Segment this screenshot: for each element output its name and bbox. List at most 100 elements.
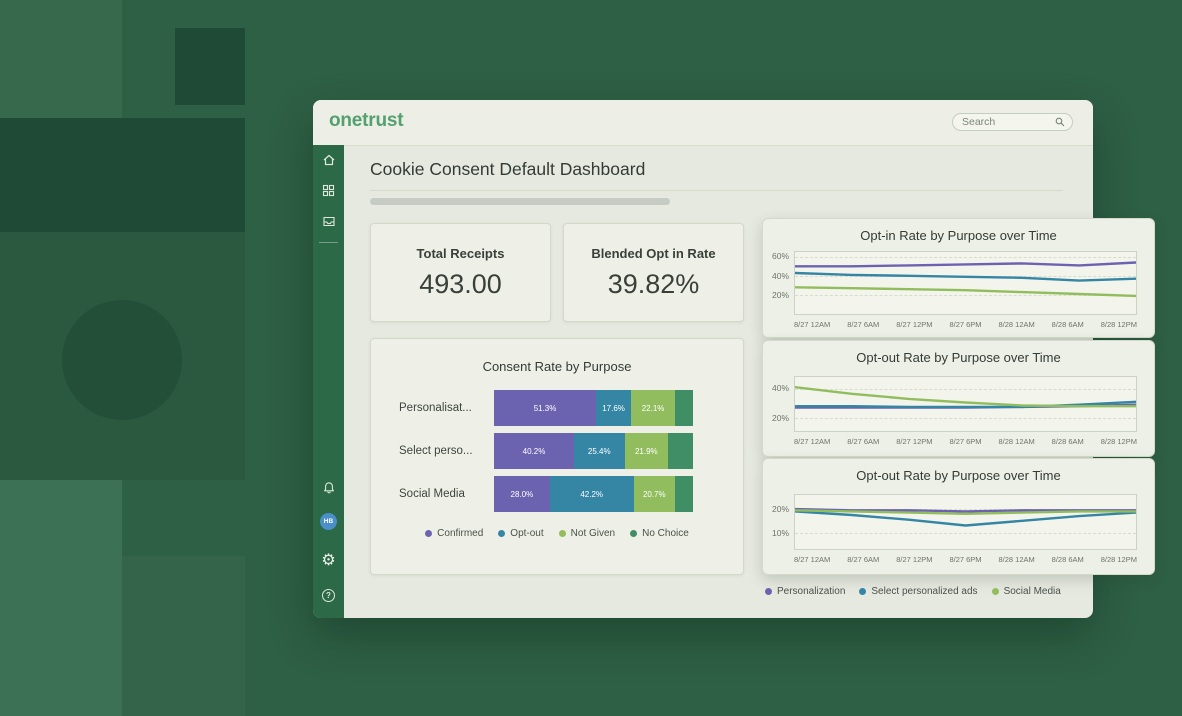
bell-icon [322,481,336,495]
stat-card-total-receipts: Total Receipts 493.00 [370,223,551,322]
x-tick-label: 8/27 6AM [847,320,879,329]
bar-segment-no-choice[interactable] [668,433,693,469]
bar-category-label: Personalisat... [399,402,494,414]
legend-dot [559,530,566,537]
app-header: onetrust [313,100,1093,146]
plot-area[interactable] [794,376,1137,432]
line-chart-svg [795,377,1136,431]
x-tick-label: 8/27 6AM [847,555,879,564]
sidebar-item-help[interactable]: ? [313,589,344,602]
x-tick-label: 8/28 6AM [1052,320,1084,329]
consent-rate-by-purpose-card: Consent Rate by Purpose Personalisat...5… [370,338,744,575]
bar-segment-opt-out[interactable]: 17.6% [596,390,631,426]
onetrust-logo: onetrust [329,110,403,132]
legend-item: Personalization [765,586,845,597]
bar-segment-opt-out[interactable]: 25.4% [574,433,625,469]
opt-out-rate-chart-card-2: Opt-out Rate by Purpose over Time 20% 10%… [762,458,1155,575]
legend-item: Not Given [559,528,615,539]
legend-dot [630,530,637,537]
stat-label: Total Receipts [371,246,550,261]
decor-rect [122,556,245,716]
legend-label: Confirmed [437,528,483,539]
x-tick-label: 8/27 12AM [794,320,830,329]
bar-segment-not-given[interactable]: 22.1% [631,390,675,426]
y-tick-label: 40% [772,271,789,281]
inbox-icon [322,215,336,228]
search-input[interactable] [962,116,1055,128]
page-title: Cookie Consent Default Dashboard [370,159,645,180]
sidebar-item-profile[interactable]: HB [313,513,344,530]
sidebar-item-apps[interactable] [313,184,344,197]
bar-segment-confirmed[interactable]: 51.3% [494,390,596,426]
legend-dot [859,588,866,595]
bar-segment-opt-out[interactable]: 42.2% [550,476,634,512]
bar-segment-no-choice[interactable] [675,390,693,426]
y-tick-label: 60% [772,251,789,261]
y-axis: 20% 10% [768,494,794,550]
x-tick-label: 8/27 6PM [949,555,981,564]
stat-label: Blended Opt in Rate [564,246,743,261]
search-box[interactable] [952,113,1073,131]
legend-dot [498,530,505,537]
y-axis: 60%40%20% [768,251,794,315]
bar-segment-confirmed[interactable]: 28.0% [494,476,550,512]
legend-item: Opt-out [498,528,543,539]
plot-area[interactable] [794,494,1137,550]
x-tick-label: 8/27 12PM [896,555,932,564]
dashboard-content: Cookie Consent Default Dashboard Total R… [344,145,1093,618]
decor-rect [0,0,122,120]
y-tick-label: 10% [772,528,789,538]
bar-segment-not-given[interactable]: 20.7% [634,476,675,512]
legend-item: No Choice [630,528,689,539]
chart-title: Consent Rate by Purpose [371,359,743,374]
x-tick-label: 8/27 6PM [949,320,981,329]
stacked-bar[interactable]: 28.0%42.2%20.7% [494,476,693,512]
bottom-legend: Personalization Select personalized ads So… [765,586,1061,597]
x-tick-label: 8/28 12PM [1101,320,1137,329]
line-chart-svg [795,495,1136,549]
plot-area[interactable] [794,251,1137,315]
decor-rect [175,28,245,105]
sidebar-item-home[interactable] [313,153,344,167]
legend-label: Not Given [571,528,615,539]
app-window: onetrust [313,100,1093,618]
y-tick-label: 20% [772,504,789,514]
x-tick-label: 8/27 12PM [896,320,932,329]
x-tick-label: 8/27 12PM [896,437,932,446]
stat-card-blended-opt-in-rate: Blended Opt in Rate 39.82% [563,223,744,322]
x-tick-label: 8/27 12AM [794,437,830,446]
chart-title: Opt-out Rate by Purpose over Time [763,350,1154,365]
stat-value: 493.00 [371,269,550,300]
legend-label: Select personalized ads [871,586,977,597]
legend-label: No Choice [642,528,689,539]
legend-item: Social Media [992,586,1061,597]
sidebar-item-notifications[interactable] [313,481,344,495]
y-axis: 40%20% [768,376,794,432]
legend-dot [425,530,432,537]
bar-segment-confirmed[interactable]: 40.2% [494,433,574,469]
sidebar-item-settings[interactable]: ⚙ [313,553,344,569]
legend-item: Confirmed [425,528,483,539]
search-icon [1055,117,1065,127]
line-chart-svg [795,252,1136,314]
decor-rect [0,480,122,716]
stacked-bar[interactable]: 51.3%17.6%22.1% [494,390,693,426]
chart-title: Opt-out Rate by Purpose over Time [763,468,1154,483]
bar-category-label: Social Media [399,488,494,500]
legend-dot [992,588,999,595]
consent-legend: Confirmed Opt-out Not Given No Choice [371,528,743,539]
decor-rect [0,118,245,232]
consent-bar-rows: Personalisat...51.3%17.6%22.1%Select per… [371,390,743,512]
x-tick-label: 8/28 12AM [998,437,1034,446]
x-tick-label: 8/27 6PM [949,437,981,446]
sidebar-item-inbox[interactable] [313,215,344,228]
x-tick-label: 8/28 12PM [1101,437,1137,446]
x-tick-label: 8/28 12AM [998,555,1034,564]
stacked-bar[interactable]: 40.2%25.4%21.9% [494,433,693,469]
y-tick-label: 20% [772,413,789,423]
divider [370,190,1063,191]
x-axis: 8/27 12AM8/27 6AM8/27 12PM8/27 6PM8/28 1… [794,437,1137,446]
bar-segment-not-given[interactable]: 21.9% [625,433,669,469]
bar-segment-no-choice[interactable] [675,476,693,512]
stat-value: 39.82% [564,269,743,300]
